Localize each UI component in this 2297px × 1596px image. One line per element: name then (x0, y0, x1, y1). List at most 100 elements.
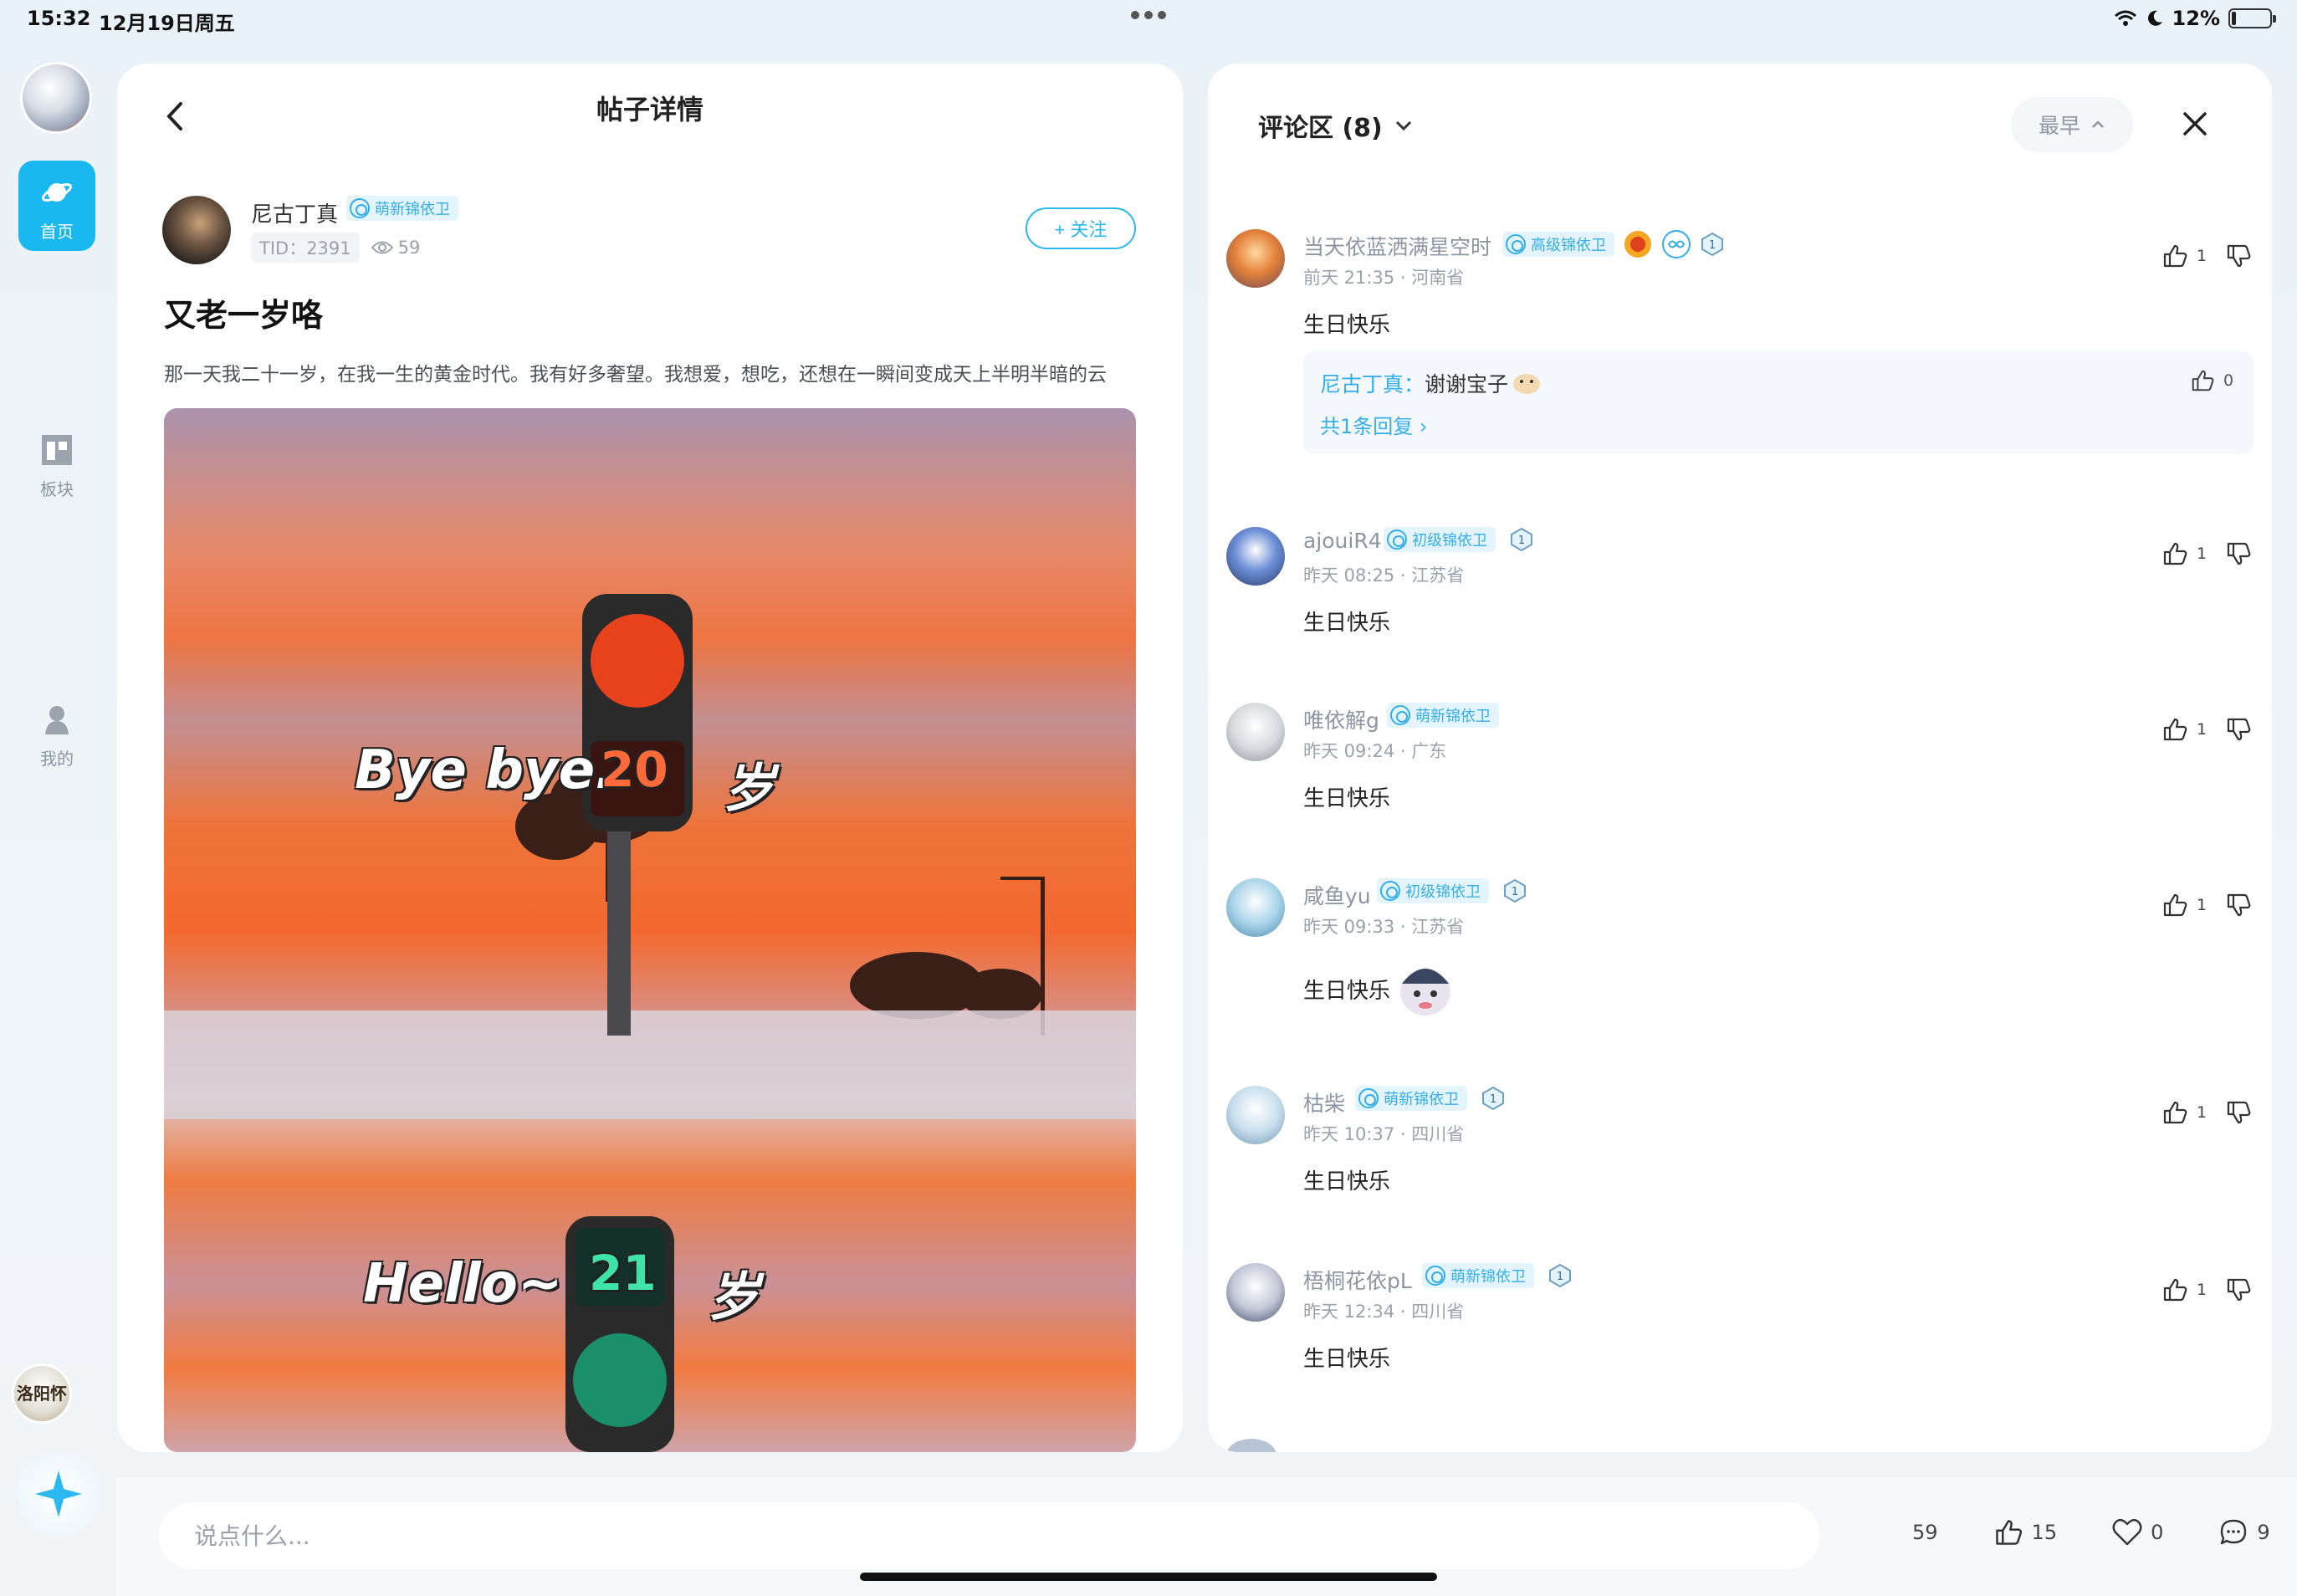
view-stat: 59 (1912, 1521, 1938, 1544)
thumbs-down-icon[interactable] (2225, 892, 2252, 918)
commenter-badges: 高级锦依卫 1 (1502, 229, 1725, 259)
post-panel: 帖子详情 尼古丁真 萌新锦依卫 TID：2391 59 + 关注 又老一岁咯 那… (117, 64, 1183, 1452)
rank-badge: 高级锦依卫 (1502, 232, 1614, 257)
post-image[interactable]: Bye bye. 20 岁 Hello~ 21 岁 (164, 408, 1136, 1452)
comments-panel: 评论区 (8) 最早 当天依蓝洒满星空时 高级锦依卫 1 前天 21:35 · … (1208, 64, 2272, 1452)
commenter-name[interactable]: 唯依解g (1303, 704, 1379, 734)
status-date: 12月19日周五 (99, 12, 235, 35)
medal-icon (1624, 231, 1651, 258)
thumbs-up-icon[interactable] (2190, 368, 2215, 393)
comment-item: 当天依蓝洒满星空时 高级锦依卫 1 前天 21:35 · 河南省 生日快乐 1 (1208, 229, 2272, 480)
rail-item-me[interactable]: 我的 (18, 703, 95, 770)
author-name[interactable]: 尼古丁真 (251, 197, 338, 228)
level-icon: 1 (1701, 232, 1723, 257)
sort-toggle[interactable]: 最早 (2011, 97, 2133, 152)
rail-item-home[interactable]: 首页 (18, 161, 95, 251)
level-value: 1 (1518, 535, 1525, 547)
view-count-value: 59 (397, 238, 421, 258)
post-heading: 又老一岁咯 (164, 297, 324, 334)
close-icon[interactable] (2178, 107, 2212, 141)
thumbs-up-icon[interactable] (2161, 243, 2188, 269)
comment-actions: 1 (2161, 892, 2252, 918)
thumbs-down-icon[interactable] (2225, 540, 2252, 567)
commenter-name[interactable]: 枯柴 (1303, 1087, 1345, 1118)
reply-author[interactable]: 尼古丁真： (1320, 368, 1425, 398)
like-count: 1 (2197, 1103, 2207, 1122)
comments-title-label: 评论区 (8) (1258, 114, 1383, 143)
thumbs-down-icon[interactable] (2225, 243, 2252, 269)
commenter-avatar[interactable] (1226, 1263, 1285, 1322)
rank-badge-label: 高级锦依卫 (1531, 237, 1606, 254)
thumbs-up-icon[interactable] (2161, 892, 2188, 918)
like-count: 1 (2197, 545, 2207, 563)
comment-meta: 昨天 08:25 · 江苏省 (1303, 565, 1465, 586)
status-bar: 15:32 12月19日周五 12% (0, 0, 2297, 40)
level-icon: 1 (1482, 1086, 1504, 1111)
sticker-icon (1513, 374, 1541, 394)
comment-actions: 1 (2161, 1099, 2252, 1126)
rail-item-board[interactable]: 板块 (18, 433, 95, 500)
like-stat[interactable]: 15 (1993, 1517, 2058, 1547)
author-badge-wrap: 萌新锦依卫 (346, 196, 458, 221)
comment-stat[interactable]: 9 (2218, 1517, 2270, 1547)
commenter-avatar[interactable] (1226, 1086, 1285, 1144)
author-avatar[interactable] (162, 196, 231, 264)
commenter-avatar[interactable] (1226, 229, 1285, 288)
badge-icon (350, 198, 370, 218)
status-time: 15:32 (27, 7, 91, 30)
like-stat-value: 15 (2031, 1521, 2058, 1544)
floating-star-button[interactable] (17, 1452, 100, 1536)
thumbs-up-icon[interactable] (2161, 540, 2188, 567)
commenter-avatar[interactable] (1226, 527, 1285, 586)
rail-item-label: 板块 (40, 479, 74, 499)
thumbs-down-icon[interactable] (2225, 1099, 2252, 1126)
comment-text: 生日快乐 (1303, 786, 1391, 811)
commenter-name[interactable]: 梧桐花依pL (1303, 1265, 1412, 1295)
tid-chip: TID：2391 (251, 233, 360, 263)
level-value: 1 (1557, 1271, 1563, 1283)
comment-actions: 1 (2161, 1276, 2252, 1303)
thumbs-down-icon[interactable] (2225, 716, 2252, 743)
view-replies-link[interactable]: 共1条回复 › (1320, 410, 1428, 439)
comment-actions: 1 (2161, 243, 2252, 269)
comment-input[interactable] (159, 1502, 1820, 1569)
commenter-avatar[interactable] (1226, 878, 1285, 937)
commenter-avatar[interactable] (1226, 703, 1285, 761)
comment-bubble-icon (2221, 1519, 2247, 1545)
multitask-dots[interactable] (1131, 8, 1168, 22)
reply-actions: 0 (2190, 368, 2233, 393)
comment-actions: 1 (2161, 716, 2252, 743)
comment-item: 咸鱼yu 初级锦依卫 1 昨天 09:33 · 江苏省 生日快乐 1 (1208, 878, 2272, 1046)
comments-title[interactable]: 评论区 (8) (1258, 107, 1413, 144)
rank-badge-label: 萌新锦依卫 (1415, 708, 1491, 725)
commenter-badges: 初级锦依卫 1 (1384, 527, 1534, 552)
commenter-name[interactable]: ajouiR4 (1303, 529, 1382, 553)
rail-item-label: 我的 (40, 749, 74, 769)
battery-percent: 12% (2172, 7, 2220, 30)
thumbs-up-icon[interactable] (2161, 1276, 2188, 1303)
heart-icon (2112, 1518, 2142, 1546)
image-text-top: Bye bye. (355, 739, 616, 801)
comment-meta: 昨天 09:24 · 广东 (1303, 741, 1447, 761)
image-number-top: 20 (601, 741, 668, 798)
thumbs-up-icon[interactable] (2161, 716, 2188, 743)
floating-avatar[interactable]: 洛阳怀 (12, 1363, 72, 1424)
comment-item: 枯柴 萌新锦依卫 1 昨天 10:37 · 四川省 生日快乐 1 (1208, 1086, 2272, 1220)
home-indicator[interactable] (860, 1573, 1437, 1581)
follow-button[interactable]: + 关注 (1026, 207, 1136, 249)
commenter-name[interactable]: 当天依蓝洒满星空时 (1303, 231, 1491, 261)
level-value: 1 (1490, 1093, 1496, 1106)
commenter-badges: 萌新锦依卫 1 (1355, 1086, 1506, 1111)
chevron-down-icon (1395, 120, 1411, 131)
user-avatar[interactable] (20, 62, 92, 134)
level-icon: 1 (1511, 527, 1532, 552)
favorite-stat[interactable]: 0 (2112, 1518, 2163, 1547)
thumbs-up-icon[interactable] (2161, 1099, 2188, 1126)
badge-icon (1380, 881, 1400, 901)
rank-badge: 萌新锦依卫 (1387, 703, 1499, 728)
commenter-name[interactable]: 咸鱼yu (1303, 880, 1371, 910)
thumbs-down-icon[interactable] (2225, 1276, 2252, 1303)
reply-box[interactable]: 尼古丁真： 谢谢宝子 共1条回复 › 0 (1303, 351, 2254, 453)
badge-icon (1425, 1266, 1445, 1286)
comment-meta: 昨天 09:33 · 江苏省 (1303, 917, 1465, 937)
